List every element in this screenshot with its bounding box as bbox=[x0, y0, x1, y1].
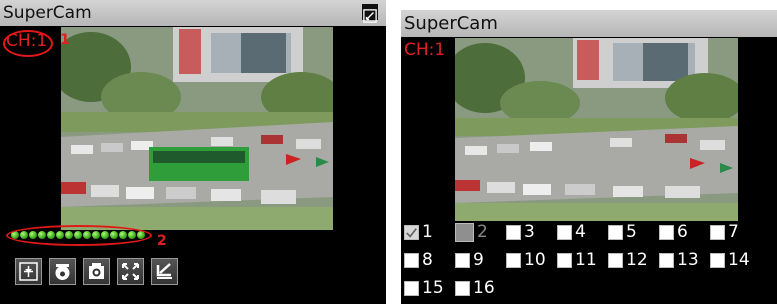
signal-indicator-dot bbox=[47, 231, 55, 239]
tool-zoom-button[interactable] bbox=[151, 258, 178, 285]
channel-option-10[interactable]: 10 bbox=[506, 250, 557, 270]
signal-indicator-dot bbox=[29, 231, 37, 239]
channel-checkbox[interactable] bbox=[506, 252, 521, 268]
left-phone-screen: SuperCam CH:1 1 2 bbox=[0, 0, 386, 304]
channel-option-5[interactable]: 5 bbox=[608, 222, 659, 242]
tool-camera-button[interactable] bbox=[83, 258, 110, 285]
channel-option-1[interactable]: 1 bbox=[404, 222, 455, 242]
annotation-number-1: 1 bbox=[60, 32, 70, 48]
signal-indicator-dot bbox=[11, 231, 19, 239]
channel-option-7[interactable]: 7 bbox=[710, 222, 761, 242]
channel-label: CH:1 bbox=[404, 40, 446, 60]
channel-number: 5 bbox=[626, 222, 637, 242]
signal-indicator-dots bbox=[11, 231, 145, 239]
channel-number: 4 bbox=[575, 222, 586, 242]
frame-icon bbox=[19, 262, 38, 281]
channel-row: 8 9 10 11 12 13 14 bbox=[404, 246, 774, 274]
channel-checkbox[interactable] bbox=[557, 224, 572, 240]
channel-row: 1 2 3 4 5 6 7 bbox=[404, 218, 774, 246]
channel-number: 11 bbox=[575, 250, 597, 270]
signal-indicator-dot bbox=[101, 231, 109, 239]
signal-indicator-dot bbox=[56, 231, 64, 239]
channel-option-12[interactable]: 12 bbox=[608, 250, 659, 270]
channel-checkbox[interactable] bbox=[455, 222, 474, 242]
signal-indicator-dot bbox=[137, 231, 145, 239]
signal-indicator-dot bbox=[20, 231, 28, 239]
tool-frame-button[interactable] bbox=[15, 258, 42, 285]
title-bar: SuperCam bbox=[401, 10, 777, 37]
title-bar: SuperCam bbox=[0, 0, 386, 26]
channel-checkbox[interactable] bbox=[404, 224, 419, 240]
channel-label: CH:1 bbox=[6, 31, 48, 51]
channel-option-13[interactable]: 13 bbox=[659, 250, 710, 270]
expand-icon bbox=[122, 263, 139, 280]
signal-indicator-dot bbox=[128, 231, 136, 239]
video-frame bbox=[455, 38, 738, 221]
channel-checkbox[interactable] bbox=[404, 280, 419, 296]
tool-fullscreen-button[interactable] bbox=[117, 258, 144, 285]
checkmark-icon bbox=[406, 227, 417, 238]
channel-option-6[interactable]: 6 bbox=[659, 222, 710, 242]
channel-number: 6 bbox=[677, 222, 688, 242]
channel-number: 16 bbox=[473, 278, 495, 298]
channel-number: 14 bbox=[728, 250, 750, 270]
annotation-number-2: 2 bbox=[157, 233, 167, 249]
channel-checkbox[interactable] bbox=[710, 252, 725, 268]
channel-checkbox[interactable] bbox=[608, 252, 623, 268]
app-title: SuperCam bbox=[404, 13, 498, 34]
channel-number: 2 bbox=[477, 222, 488, 242]
camera-icon bbox=[89, 263, 104, 279]
channel-number: 7 bbox=[728, 222, 739, 242]
channel-checkbox[interactable] bbox=[455, 280, 470, 296]
camera-video-feed[interactable] bbox=[61, 27, 333, 230]
channel-option-4[interactable]: 4 bbox=[557, 222, 608, 242]
signal-indicator-dot bbox=[38, 231, 46, 239]
edit-icon[interactable] bbox=[362, 4, 378, 23]
camera-video-feed[interactable] bbox=[455, 38, 738, 221]
channel-checkbox[interactable] bbox=[608, 224, 623, 240]
channel-checkbox[interactable] bbox=[659, 224, 674, 240]
signal-indicator-dot bbox=[110, 231, 118, 239]
channel-row: 15 16 bbox=[404, 274, 774, 302]
signal-indicator-dot bbox=[65, 231, 73, 239]
channel-checkbox[interactable] bbox=[710, 224, 725, 240]
channel-number: 9 bbox=[473, 250, 484, 270]
channel-option-14[interactable]: 14 bbox=[710, 250, 761, 270]
app-title: SuperCam bbox=[3, 3, 92, 23]
channel-option-2[interactable]: 2 bbox=[455, 222, 506, 242]
channel-checkbox[interactable] bbox=[455, 252, 470, 268]
right-phone-screen: SuperCam CH:1 1 2 3 4 5 6 7 8 9 10 11 12… bbox=[401, 10, 777, 304]
channel-selector-grid: 1 2 3 4 5 6 7 8 9 10 11 12 13 14 15 16 bbox=[404, 218, 774, 302]
channel-checkbox[interactable] bbox=[659, 252, 674, 268]
signal-indicator-dot bbox=[83, 231, 91, 239]
channel-option-11[interactable]: 11 bbox=[557, 250, 608, 270]
control-toolbar bbox=[15, 258, 178, 285]
tool-ptz-button[interactable] bbox=[49, 258, 76, 285]
channel-option-3[interactable]: 3 bbox=[506, 222, 557, 242]
dome-camera-icon bbox=[55, 264, 70, 280]
signal-indicator-dot bbox=[92, 231, 100, 239]
channel-number: 3 bbox=[524, 222, 535, 242]
channel-option-15[interactable]: 15 bbox=[404, 278, 455, 298]
channel-checkbox[interactable] bbox=[557, 252, 572, 268]
channel-number: 12 bbox=[626, 250, 648, 270]
channel-checkbox[interactable] bbox=[506, 224, 521, 240]
channel-number: 13 bbox=[677, 250, 699, 270]
video-frame bbox=[61, 27, 333, 230]
signal-indicator-dot bbox=[119, 231, 127, 239]
channel-option-16[interactable]: 16 bbox=[455, 278, 506, 298]
channel-checkbox[interactable] bbox=[404, 252, 419, 268]
channel-option-8[interactable]: 8 bbox=[404, 250, 455, 270]
channel-number: 15 bbox=[422, 278, 444, 298]
channel-number: 10 bbox=[524, 250, 546, 270]
channel-number: 1 bbox=[422, 222, 433, 242]
signal-indicator-dot bbox=[74, 231, 82, 239]
channel-option-9[interactable]: 9 bbox=[455, 250, 506, 270]
channel-number: 8 bbox=[422, 250, 433, 270]
corner-arrow-icon bbox=[156, 263, 172, 279]
